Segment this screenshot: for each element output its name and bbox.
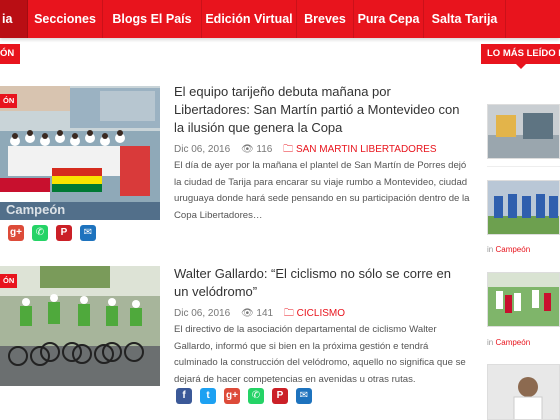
article-2-title[interactable]: Walter Gallardo: “El ciclismo no sólo se… (174, 265, 464, 301)
article-1-excerpt: El día de ayer por la mañana el plantel … (174, 160, 470, 221)
google-plus-icon[interactable]: g+ (224, 388, 240, 404)
article-2-views: 141 (256, 308, 274, 319)
sidebar-title-pointer (516, 64, 526, 69)
article-1-title[interactable]: El equipo tarijeño debuta mañana por Lib… (174, 83, 464, 137)
twitter-icon[interactable]: t (200, 388, 216, 404)
sidebar-item-2-category[interactable]: in Campeón (487, 338, 530, 347)
section-label: ÓN (0, 44, 21, 64)
sidebar-item-1-category[interactable]: in Campeón (487, 245, 530, 254)
pinterest-icon[interactable]: P (56, 225, 72, 241)
email-icon[interactable]: ✉ (80, 225, 96, 241)
folder-icon: 🗀 (283, 308, 294, 319)
whatsapp-icon[interactable]: ✆ (32, 225, 48, 241)
article-1-date: Dic 06, 2016 (174, 144, 231, 155)
nav-item-salta-tarija[interactable]: Salta Tarija (424, 0, 506, 38)
sidebar-thumb-2[interactable] (487, 180, 560, 235)
article-2-meta: Dic 06, 2016 👁 141 🗀 CICLISMO (174, 306, 353, 323)
article-1-category-badge: ÓN (0, 94, 18, 108)
pinterest-icon[interactable]: P (272, 388, 288, 404)
article-2-excerpt: El directivo de la asociación departamen… (174, 324, 466, 385)
eye-icon: 👁 (240, 144, 254, 155)
article-1-views: 116 (256, 144, 273, 155)
sidebar-thumb-4[interactable] (487, 364, 560, 420)
article-1-tags[interactable]: SAN MARTIN LIBERTADORES (296, 144, 437, 155)
nav-item-pura-cepa[interactable]: Pura Cepa (354, 0, 424, 38)
sidebar-title: LO MÁS LEÍDO HOY (481, 44, 560, 64)
eye-icon: 👁 (240, 308, 254, 319)
article-2-date: Dic 06, 2016 (174, 308, 231, 319)
facebook-icon[interactable]: f (176, 388, 192, 404)
article-2-category-badge: ÓN (0, 274, 18, 288)
nav-item-breves[interactable]: Breves (297, 0, 354, 38)
main-nav: ia Secciones Blogs El País Edición Virtu… (0, 0, 560, 38)
article-1-image-watermark: Campeón (6, 202, 65, 217)
sidebar-thumb-1[interactable] (487, 104, 560, 159)
nav-item-inicio[interactable]: ia (0, 0, 28, 38)
article-2-tags[interactable]: CICLISMO (297, 308, 345, 319)
nav-item-blogs[interactable]: Blogs El País (103, 0, 202, 38)
folder-icon: 🗀 (283, 144, 294, 155)
google-plus-icon[interactable]: g+ (8, 225, 24, 241)
nav-item-edicion-virtual[interactable]: Edición Virtual (202, 0, 297, 38)
sidebar-thumb-3[interactable] (487, 272, 560, 327)
whatsapp-icon[interactable]: ✆ (248, 388, 264, 404)
email-icon[interactable]: ✉ (296, 388, 312, 404)
article-1-image[interactable]: Campeón ÓN (0, 86, 160, 220)
nav-item-secciones[interactable]: Secciones (28, 0, 103, 38)
article-1-meta: Dic 06, 2016 👁 116 🗀 SAN MARTIN LIBERTAD… (174, 142, 445, 159)
sidebar-divider (487, 166, 560, 167)
article-2-image[interactable]: ÓN (0, 266, 160, 386)
